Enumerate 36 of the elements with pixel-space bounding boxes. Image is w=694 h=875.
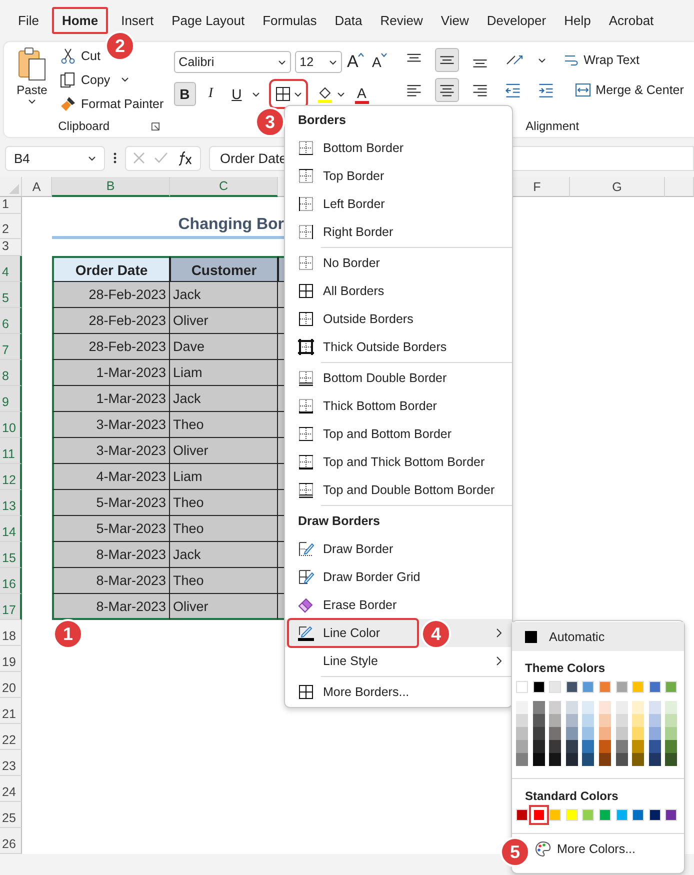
table-cell: 1-Mar-2023 — [52, 386, 170, 412]
menu-heading: Borders — [297, 112, 347, 129]
sheet-title: Changing Bor — [178, 216, 284, 234]
table-cell: Theo — [170, 516, 278, 542]
table-cell: 28-Feb-2023 — [52, 334, 170, 360]
table-cell: Oliver — [170, 594, 278, 620]
table-cell: 8-Mar-2023 — [52, 594, 170, 620]
table-cell: Liam — [170, 464, 278, 490]
table-cell: 1-Mar-2023 — [52, 360, 170, 386]
table-cell: 5-Mar-2023 — [52, 490, 170, 516]
table-cell: Theo — [170, 490, 278, 516]
menu-heading: Draw Borders — [297, 513, 381, 530]
palette-heading: Theme Colors — [524, 660, 606, 677]
step-badge: 2 — [105, 31, 135, 61]
table-header-cell: Order Date — [52, 256, 170, 282]
table-cell: Oliver — [170, 438, 278, 464]
table-cell: 3-Mar-2023 — [52, 438, 170, 464]
table-cell: 28-Feb-2023 — [52, 308, 170, 334]
table-cell: Theo — [170, 568, 278, 594]
table-cell: Jack — [170, 386, 278, 412]
table-cell: 4-Mar-2023 — [52, 464, 170, 490]
table-header-cell: Customer — [170, 256, 278, 282]
table-cell: 8-Mar-2023 — [52, 568, 170, 594]
table-cell: Theo — [170, 412, 278, 438]
table-cell: 28-Feb-2023 — [52, 282, 170, 308]
group-label: Clipboard — [58, 119, 110, 133]
table-cell: Oliver — [170, 308, 278, 334]
table-cell: Dave — [170, 334, 278, 360]
table-cell: 8-Mar-2023 — [52, 542, 170, 568]
palette-heading: Standard Colors — [524, 788, 620, 805]
table-cell: Liam — [170, 360, 278, 386]
table-cell: 3-Mar-2023 — [52, 412, 170, 438]
group-label: Alignment — [526, 119, 580, 133]
table-cell: Jack — [170, 282, 278, 308]
table-cell: 5-Mar-2023 — [52, 516, 170, 542]
table-cell: Jack — [170, 542, 278, 568]
